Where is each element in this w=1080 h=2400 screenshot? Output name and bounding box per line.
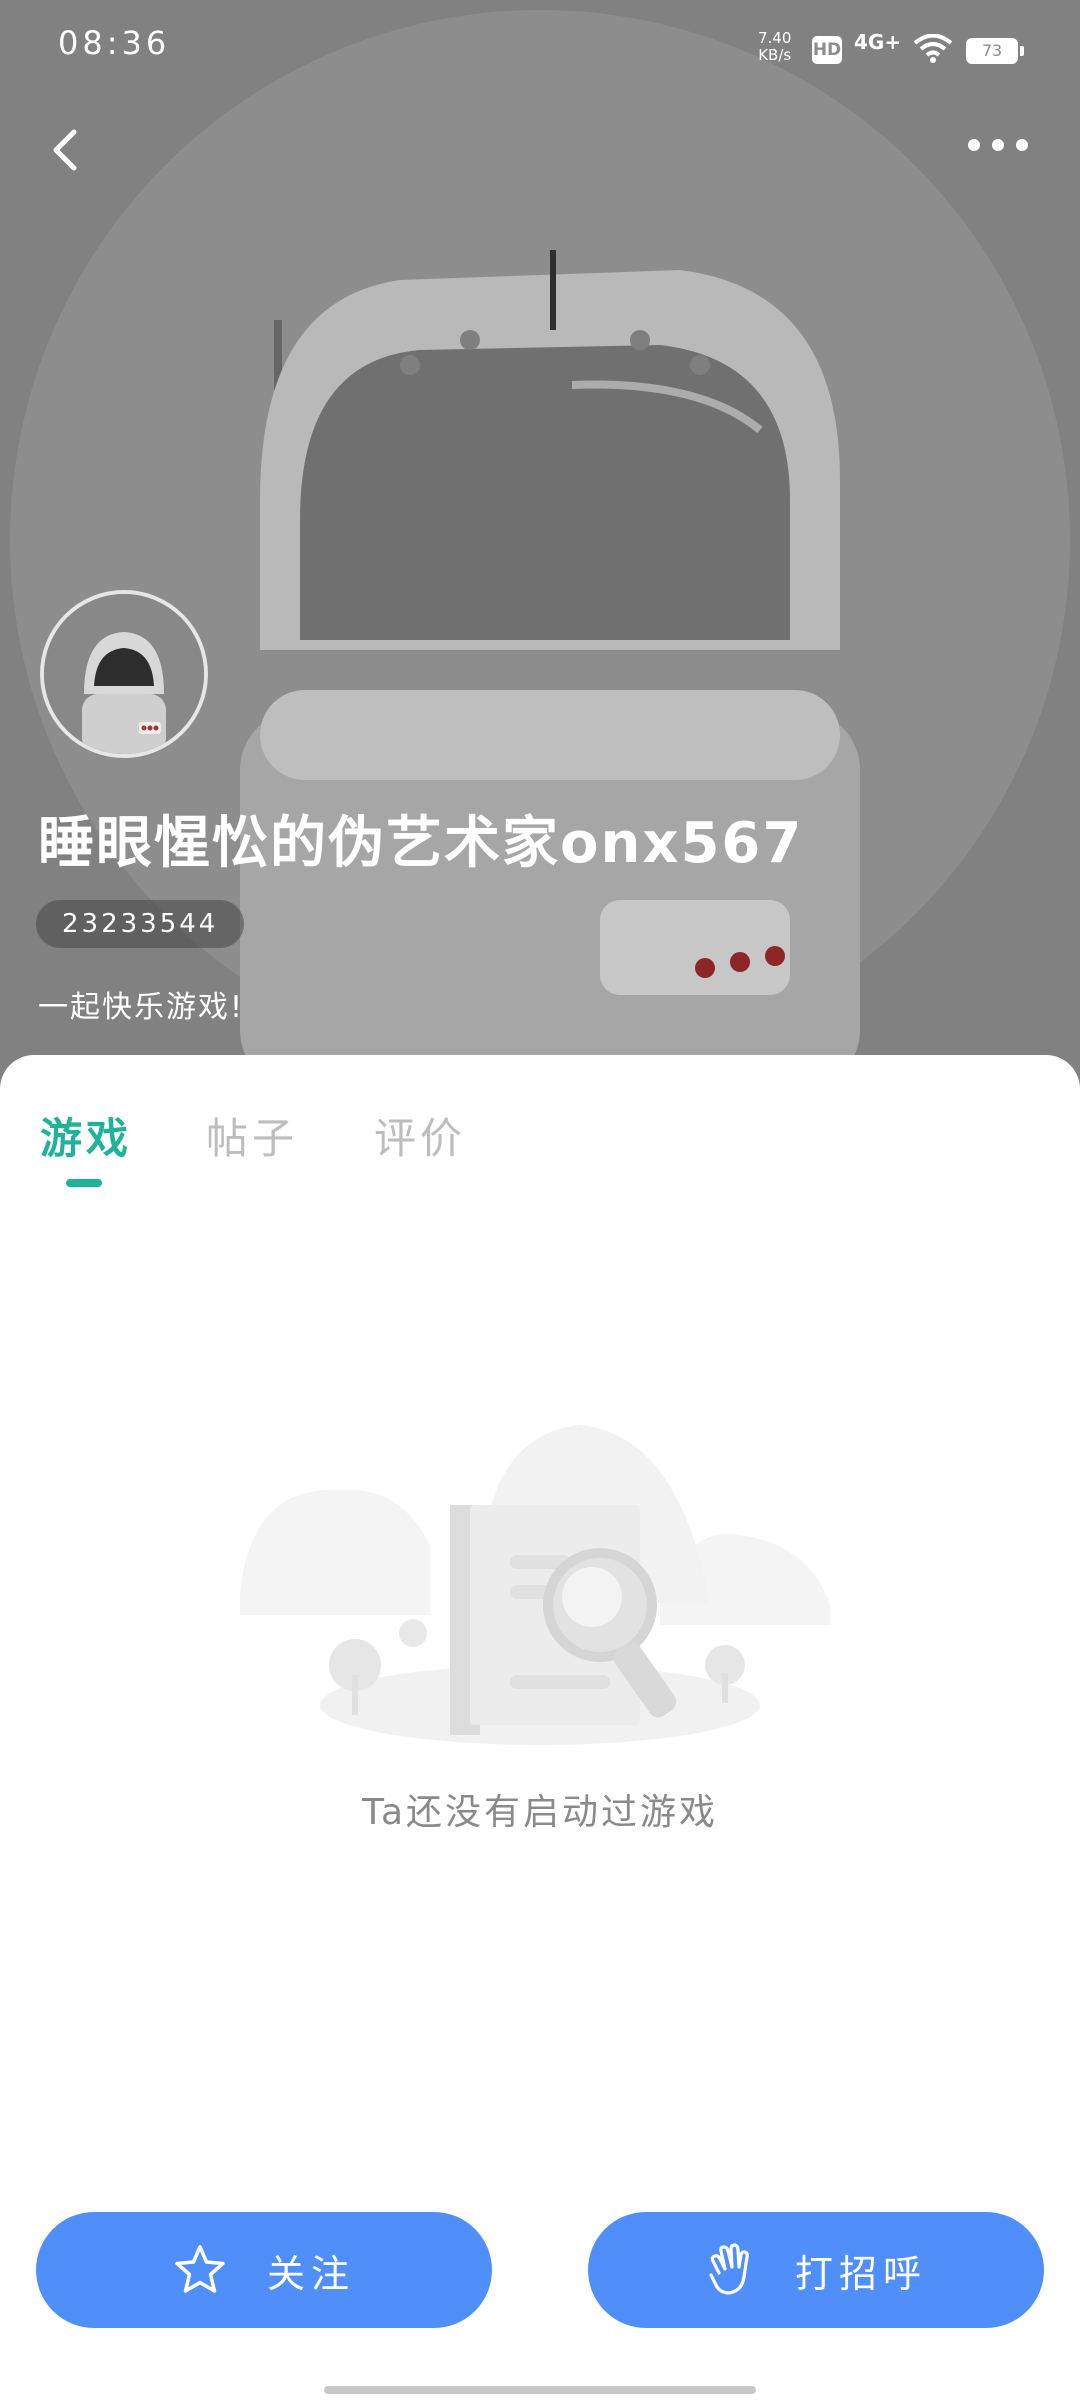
network-speed-value: 7.40: [758, 29, 792, 47]
greet-label: 打招呼: [794, 2251, 927, 2296]
hd-badge: HD: [812, 36, 842, 64]
tab-reviews[interactable]: 评价: [374, 1105, 466, 1166]
home-indicator[interactable]: [324, 2386, 756, 2394]
profile-banner: 08:36 7.40 KB/s HD 4G+ 73 睡眼惺忪的伪艺术家onx56…: [0, 0, 1080, 1090]
greet-button[interactable]: 打招呼: [588, 2212, 1044, 2328]
content-card: 游戏 帖子 评价 Ta还没有启动过游戏: [0, 1055, 1080, 2400]
follow-label: 关注: [266, 2251, 355, 2296]
active-tab-indicator: [66, 1179, 102, 1187]
empty-state-illustration: [240, 1425, 830, 1745]
tab-games[interactable]: 游戏: [40, 1105, 132, 1166]
network-speed: 7.40 KB/s: [758, 30, 791, 64]
user-id-badge[interactable]: 23233544: [36, 900, 245, 948]
username: 睡眼惺忪的伪艺术家onx567: [38, 811, 804, 876]
profile-tabs: 游戏 帖子 评价: [0, 1105, 1080, 1195]
back-icon[interactable]: [40, 120, 100, 180]
star-icon: [173, 2243, 227, 2297]
astronaut-avatar-image: [44, 594, 204, 754]
empty-state-text: Ta还没有启动过游戏: [361, 1792, 719, 1833]
network-type: 4G+: [854, 30, 902, 54]
avatar[interactable]: [40, 590, 208, 758]
follow-button[interactable]: 关注: [36, 2212, 492, 2328]
tab-posts[interactable]: 帖子: [206, 1105, 298, 1166]
wifi-icon: [913, 34, 953, 63]
more-icon[interactable]: [958, 120, 1038, 170]
network-speed-unit: KB/s: [758, 46, 792, 64]
user-bio: 一起快乐游戏!: [38, 990, 245, 1025]
wave-hand-icon: [705, 2243, 755, 2297]
status-time: 08:36: [58, 24, 171, 62]
status-bar: 08:36 7.40 KB/s HD 4G+ 73: [0, 0, 1080, 100]
battery-icon: 73: [966, 38, 1024, 64]
